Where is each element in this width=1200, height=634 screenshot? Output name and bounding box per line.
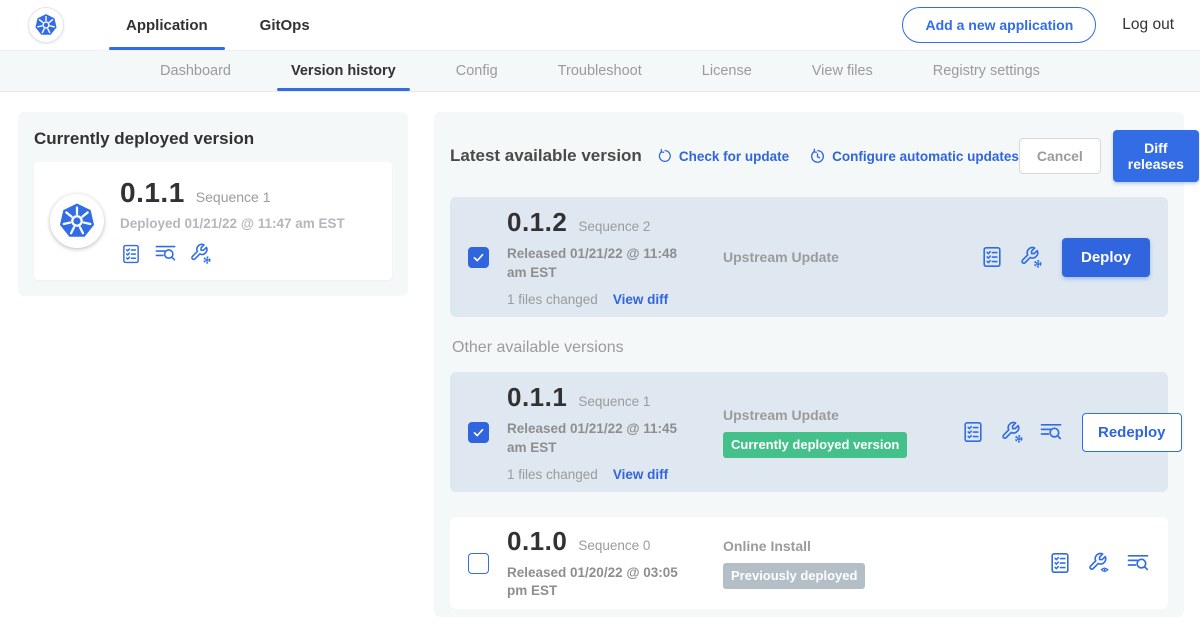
refresh-icon xyxy=(657,148,673,164)
previously-deployed-badge: Previously deployed xyxy=(723,563,865,589)
version-row-0-1-1: 0.1.1 Sequence 1 Released 01/21/22 @ 11:… xyxy=(450,372,1168,492)
released-timestamp: Released 01/21/22 @ 11:45 am EST xyxy=(507,420,699,456)
view-files-icon[interactable] xyxy=(1039,420,1063,444)
configure-auto-updates-label: Configure automatic updates xyxy=(832,149,1019,164)
check-for-update-link[interactable]: Check for update xyxy=(657,148,789,164)
view-files-icon[interactable] xyxy=(1126,551,1150,575)
check-for-update-label: Check for update xyxy=(679,149,789,164)
version-source-label: Online Install xyxy=(723,538,961,554)
version-row-0-1-0: 0.1.0 Sequence 0 Released 01/20/22 @ 03:… xyxy=(450,517,1168,609)
version-source-label: Upstream Update xyxy=(723,249,961,265)
sequence-label: Sequence 0 xyxy=(578,538,650,553)
latest-version-title: Latest available version xyxy=(450,146,642,166)
subnav-config[interactable]: Config xyxy=(426,51,528,91)
add-application-button[interactable]: Add a new application xyxy=(902,7,1096,43)
other-versions-heading: Other available versions xyxy=(452,339,1168,357)
cancel-button[interactable]: Cancel xyxy=(1019,138,1101,174)
version-source-label: Upstream Update xyxy=(723,407,961,423)
tab-application[interactable]: Application xyxy=(100,0,234,50)
view-files-icon[interactable] xyxy=(154,242,177,265)
edit-config-icon[interactable] xyxy=(189,242,212,265)
view-diff-link[interactable]: View diff xyxy=(613,467,668,482)
deployed-version-number: 0.1.1 xyxy=(120,177,185,209)
currently-deployed-badge: Currently deployed version xyxy=(723,432,907,458)
released-timestamp: Released 01/21/22 @ 11:48 am EST xyxy=(507,245,699,281)
version-checkbox[interactable] xyxy=(468,422,489,443)
diff-releases-button[interactable]: Diff releases xyxy=(1113,130,1199,182)
subnav-version-history[interactable]: Version history xyxy=(261,51,426,91)
deployed-timestamp: Deployed 01/21/22 @ 11:47 am EST xyxy=(120,216,345,231)
version-checkbox[interactable] xyxy=(468,247,489,268)
version-number: 0.1.0 xyxy=(507,526,567,557)
latest-version-header: Latest available version Check for updat… xyxy=(450,130,1168,182)
version-checkbox[interactable] xyxy=(468,553,489,574)
release-notes-icon[interactable] xyxy=(120,243,142,265)
subnav-troubleshoot[interactable]: Troubleshoot xyxy=(528,51,672,91)
deploy-button[interactable]: Deploy xyxy=(1062,238,1150,277)
app-sub-nav: Dashboard Version history Config Trouble… xyxy=(0,50,1200,92)
top-nav-tabs: Application GitOps xyxy=(100,0,336,50)
released-timestamp: Released 01/20/22 @ 03:05 pm EST xyxy=(507,564,699,600)
redeploy-button[interactable]: Redeploy xyxy=(1082,413,1182,452)
subnav-license[interactable]: License xyxy=(672,51,782,91)
currently-deployed-title: Currently deployed version xyxy=(34,129,392,149)
logout-link[interactable]: Log out xyxy=(1122,16,1174,34)
edit-config-icon[interactable] xyxy=(1019,245,1043,269)
top-nav: Application GitOps Add a new application… xyxy=(0,0,1200,50)
version-number: 0.1.2 xyxy=(507,207,567,238)
configure-auto-updates-link[interactable]: Configure automatic updates xyxy=(809,148,1019,165)
app-logo-icon xyxy=(50,194,104,248)
deployed-version-card: 0.1.1 Sequence 1 Deployed 01/21/22 @ 11:… xyxy=(34,162,392,280)
release-notes-icon[interactable] xyxy=(1048,551,1072,575)
subnav-view-files[interactable]: View files xyxy=(782,51,903,91)
subnav-registry-settings[interactable]: Registry settings xyxy=(903,51,1070,91)
kubernetes-logo-icon xyxy=(28,7,64,43)
edit-config-icon[interactable] xyxy=(1000,420,1024,444)
version-history-panel: Latest available version Check for updat… xyxy=(434,112,1184,617)
files-changed-label: 1 files changed xyxy=(507,292,598,307)
view-config-icon[interactable] xyxy=(1087,551,1111,575)
version-number: 0.1.1 xyxy=(507,382,567,413)
files-changed-label: 1 files changed xyxy=(507,467,598,482)
clock-refresh-icon xyxy=(809,148,826,165)
version-row-0-1-2: 0.1.2 Sequence 2 Released 01/21/22 @ 11:… xyxy=(450,197,1168,317)
subnav-dashboard[interactable]: Dashboard xyxy=(130,51,261,91)
view-diff-link[interactable]: View diff xyxy=(613,292,668,307)
release-notes-icon[interactable] xyxy=(980,245,1004,269)
release-notes-icon[interactable] xyxy=(961,420,985,444)
sequence-label: Sequence 1 xyxy=(578,394,650,409)
tab-gitops[interactable]: GitOps xyxy=(234,0,336,50)
deployed-sequence-label: Sequence 1 xyxy=(196,189,271,205)
main-content: Currently deployed version 0.1.1 Sequenc… xyxy=(0,92,1200,634)
sequence-label: Sequence 2 xyxy=(578,219,650,234)
currently-deployed-card: Currently deployed version 0.1.1 Sequenc… xyxy=(18,112,408,296)
